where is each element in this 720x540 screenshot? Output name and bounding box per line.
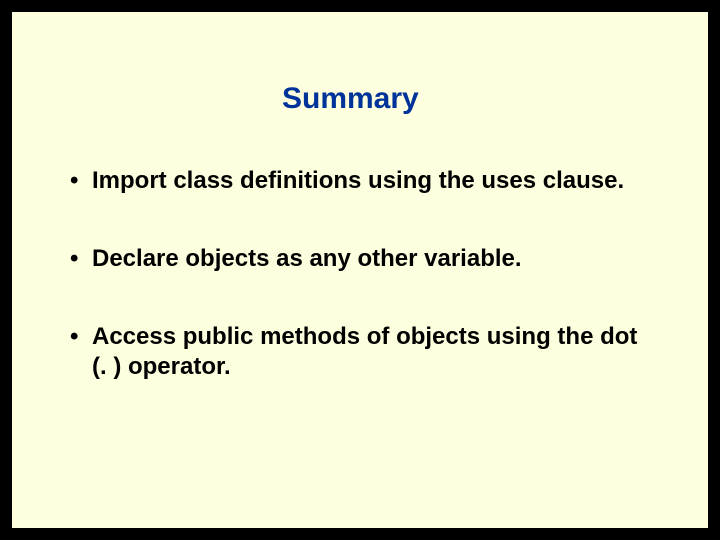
bullet-list: Import class definitions using the uses …: [62, 166, 658, 382]
list-item: Access public methods of objects using t…: [62, 322, 658, 382]
slide: Summary Import class definitions using t…: [12, 12, 708, 528]
list-item: Declare objects as any other variable.: [62, 244, 658, 274]
list-item: Import class definitions using the uses …: [62, 166, 658, 196]
slide-title: Summary: [62, 82, 658, 116]
